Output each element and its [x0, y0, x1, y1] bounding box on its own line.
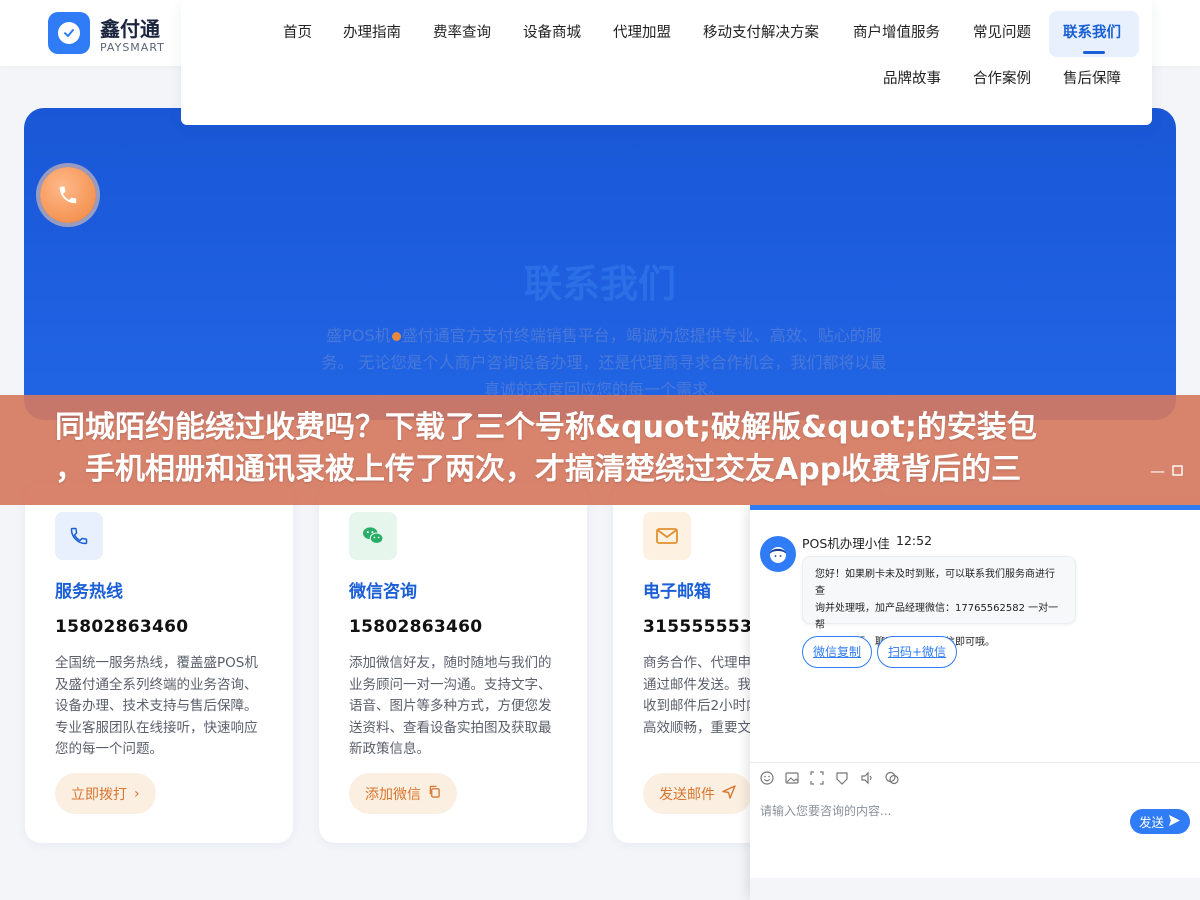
image-icon[interactable]	[785, 771, 799, 785]
banner-line-2: ，手机相册和通讯录被上传了两次，才搞清楚绕过交友App收费背后的三	[55, 452, 1022, 487]
main-navigation	[181, 0, 1152, 125]
sound-icon[interactable]	[860, 771, 874, 785]
card-description: 全国统一服务热线，覆盖盛POS机及盛付通全系列终端的业务咨询、设备办理、技术支持…	[55, 655, 258, 757]
card-title: 电子邮箱	[643, 582, 711, 602]
floating-call-button[interactable]	[40, 167, 96, 223]
chat-footer	[750, 878, 1200, 900]
wechat-icon	[349, 512, 397, 560]
phone-icon	[55, 512, 103, 560]
agent-avatar	[760, 536, 796, 572]
card-description: 添加微信好友，随时随地与我们的业务顾问一对一沟通。支持文字、语音、图片等多种方式…	[349, 655, 552, 757]
send-label: 发送	[1138, 815, 1164, 830]
message-time: 12:52	[896, 533, 933, 548]
overlay-banner: 同城陌约能绕过收费吗？下载了三个号称&quot;破解版&quot;的安装包 ，手…	[0, 395, 1200, 505]
hero-dot-icon	[391, 332, 401, 341]
contact-card-wechat: 微信咨询 15802863460 添加微信好友，随时随地与我们的业务顾问一对一沟…	[319, 483, 587, 843]
maximize-icon[interactable]	[1172, 462, 1183, 480]
button-label: 添加微信	[365, 786, 421, 803]
brand-subtitle: PAYSMART	[100, 41, 165, 54]
nav-item-mobile-payment[interactable]: 移动支付解决方案	[703, 22, 819, 44]
send-icon	[1168, 814, 1181, 830]
chat-toolbar	[760, 771, 899, 785]
contact-card-hotline: 服务热线 15802863460 全国统一服务热线，覆盖盛POS机及盛付通全系列…	[25, 483, 293, 843]
message-line: 询并处理哦，加产品经理微信：17765562582 一对一帮	[815, 603, 1059, 631]
card-title: 微信咨询	[349, 582, 417, 602]
hero-desc-part2: 盛付通官方支付终端销售平台，竭诚为您提供专业、高效、贴心的服	[401, 326, 882, 345]
banner-headline: 同城陌约能绕过收费吗？下载了三个号称&quot;破解版&quot;的安装包 ，手…	[55, 407, 1155, 491]
chevron-right-icon: ›	[134, 785, 140, 802]
send-button[interactable]: 发送	[1130, 809, 1190, 834]
phone-icon	[59, 186, 77, 204]
chat-widget: POS机办理小佳 12:52 您好！如果刷卡未及时到账，可以联系我们服务商进行查…	[750, 505, 1200, 900]
send-email-button[interactable]: 发送邮件	[643, 773, 752, 814]
history-icon[interactable]	[885, 771, 899, 785]
card-value: 3155555535	[643, 617, 765, 637]
nav-item-merchant-services[interactable]: 商户增值服务	[853, 22, 940, 44]
copy-icon	[428, 785, 441, 802]
send-arrow-icon	[722, 784, 736, 803]
page-title: 联系我们	[523, 262, 676, 306]
logo-icon[interactable]	[48, 12, 90, 54]
nav-item-guide[interactable]: 办理指南	[343, 22, 401, 44]
chat-input[interactable]: 请输入您要咨询的内容...	[760, 802, 891, 819]
emoji-icon[interactable]	[760, 771, 774, 785]
button-label: 发送邮件	[659, 786, 715, 803]
nav-active-underline	[1083, 51, 1105, 54]
scan-wechat-button[interactable]: 扫码+微信	[877, 636, 958, 668]
nav-item-after-sales[interactable]: 售后保障	[1063, 68, 1121, 90]
nav-item-agent[interactable]: 代理加盟	[613, 22, 671, 44]
copy-wechat-button[interactable]: 微信复制	[802, 636, 873, 668]
call-now-button[interactable]: 立即拨打 ›	[55, 773, 156, 814]
brand-name[interactable]: 鑫付通	[100, 13, 160, 42]
screenshot-icon[interactable]	[810, 771, 824, 785]
nav-item-rates[interactable]: 费率查询	[433, 22, 491, 44]
nav-item-home[interactable]: 首页	[283, 22, 312, 44]
chat-header-bar	[750, 505, 1200, 510]
nav-item-contact[interactable]: 联系我们	[1063, 22, 1121, 44]
rating-icon[interactable]	[835, 771, 849, 785]
nav-item-brand-story[interactable]: 品牌故事	[883, 68, 941, 90]
nav-item-store[interactable]: 设备商城	[523, 22, 581, 44]
banner-line-1: 同城陌约能绕过收费吗？下载了三个号称&quot;破解版&quot;的安装包	[55, 410, 1037, 445]
add-wechat-button[interactable]: 添加微信	[349, 773, 457, 814]
chat-divider	[750, 762, 1200, 763]
hero-section: 联系我们 盛POS机 盛付通官方支付终端销售平台，竭诚为您提供专业、高效、贴心的服…	[24, 108, 1176, 420]
hero-desc-part1: 盛POS机	[326, 326, 391, 345]
chat-message: 您好！如果刷卡未及时到账，可以联系我们服务商进行查 询并处理哦，加产品经理微信：…	[802, 556, 1076, 648]
button-label: 立即拨打	[71, 786, 127, 803]
hero-description: 盛POS机 盛付通官方支付终端销售平台，竭诚为您提供专业、高效、贴心的服 务。 无…	[304, 322, 904, 403]
message-line: 您好！如果刷卡未及时到账，可以联系我们服务商进行查	[815, 569, 1055, 597]
mail-icon	[643, 512, 691, 560]
card-value: 15802863460	[349, 617, 483, 637]
nav-item-faq[interactable]: 常见问题	[973, 22, 1031, 44]
hero-desc-part3: 务。 无论您是个人商户咨询设备办理，还是代理商寻求合作机会，我们都将以最	[321, 353, 887, 372]
card-title: 服务热线	[55, 582, 123, 602]
minimize-icon[interactable]: —	[1150, 462, 1165, 480]
nav-item-cases[interactable]: 合作案例	[973, 68, 1031, 90]
agent-name: POS机办理小佳	[802, 536, 890, 551]
card-value: 15802863460	[55, 617, 189, 637]
